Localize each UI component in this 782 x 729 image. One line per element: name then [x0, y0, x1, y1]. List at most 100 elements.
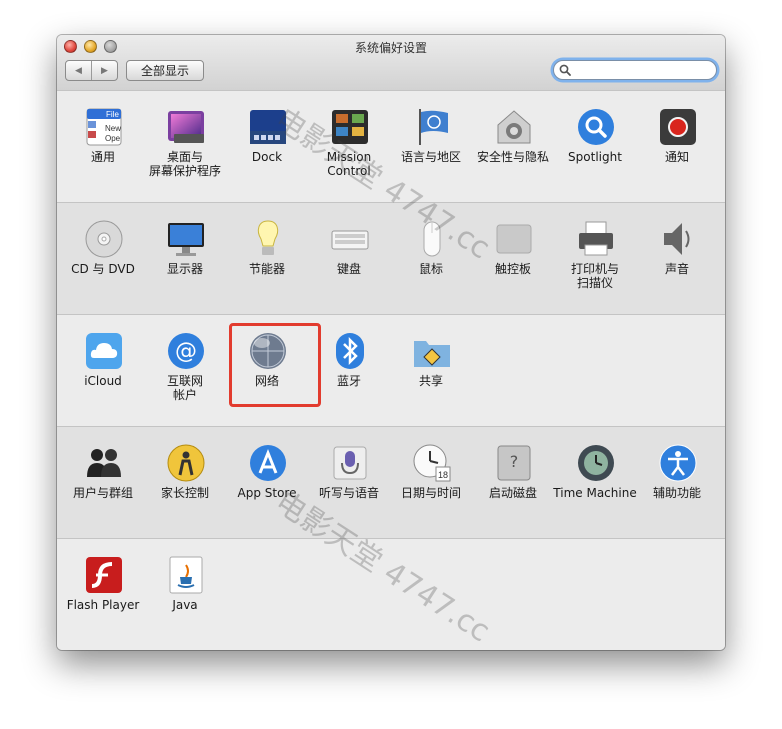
pane-dictation-speech[interactable]: 听写与语音	[308, 427, 390, 527]
pane-label: 桌面与 屏幕保护程序	[148, 150, 221, 178]
svg-text:@: @	[175, 339, 197, 364]
pane-label: 用户与群组	[72, 486, 133, 500]
pane-label: 互联网 帐户	[166, 374, 203, 402]
search-icon	[559, 64, 571, 76]
pane-sound[interactable]: 声音	[636, 203, 718, 303]
icloud-icon	[84, 331, 124, 371]
pane-label: 日期与时间	[400, 486, 461, 500]
pane-spotlight[interactable]: Spotlight	[554, 91, 636, 191]
dock-icon	[248, 107, 288, 147]
general-icon-open-text: Ope	[105, 134, 121, 143]
general-icon-file-text: File	[106, 110, 119, 119]
parental-controls-icon	[166, 443, 206, 483]
pane-accessibility[interactable]: 辅助功能	[636, 427, 718, 527]
svg-text:?: ?	[510, 452, 519, 471]
date-time-icon: 18	[412, 443, 452, 483]
pane-energy-saver[interactable]: 节能器	[226, 203, 308, 303]
show-all-button[interactable]: 全部显示	[126, 60, 204, 81]
desktop-screensaver-icon	[166, 107, 206, 147]
printers-scanners-icon	[576, 219, 616, 259]
pane-label: 通用	[90, 150, 115, 164]
pane-displays[interactable]: 显示器	[144, 203, 226, 303]
sound-icon	[658, 219, 698, 259]
calendar-day-text: 18	[438, 470, 448, 480]
pane-desktop-screensaver[interactable]: 桌面与 屏幕保护程序	[144, 91, 226, 191]
energy-saver-icon	[248, 219, 288, 259]
pane-label: Time Machine	[553, 486, 637, 500]
pane-label: 通知	[664, 150, 689, 164]
search-field[interactable]	[553, 60, 717, 80]
pane-label: 辅助功能	[652, 486, 701, 500]
pane-label: Flash Player	[66, 598, 140, 612]
pane-startup-disk[interactable]: ? 启动磁盘	[472, 427, 554, 527]
system-preferences-window: 系统偏好设置 ◀ ▶ 全部显示 File New Ope 通用 桌面与 屏幕保护程序 Do…	[57, 35, 725, 650]
displays-icon	[166, 219, 206, 259]
pane-sharing[interactable]: 共享	[390, 315, 472, 415]
pane-label: 安全性与隐私	[476, 150, 549, 164]
pane-label: Spotlight	[568, 150, 622, 164]
pane-parental-controls[interactable]: 家长控制	[144, 427, 226, 527]
pane-internet-accounts[interactable]: @ 互联网 帐户	[144, 315, 226, 415]
forward-button[interactable]: ▶	[92, 61, 117, 80]
pane-app-store[interactable]: App Store	[226, 427, 308, 527]
pane-label: 触控板	[494, 262, 531, 276]
window-title: 系统偏好设置	[354, 41, 427, 55]
dictation-speech-icon	[330, 443, 370, 483]
back-arrow-icon: ◀	[75, 65, 82, 76]
bluetooth-icon	[330, 331, 370, 371]
keyboard-icon	[330, 219, 370, 259]
java-icon	[166, 555, 206, 595]
security-privacy-icon	[494, 107, 534, 147]
language-region-icon	[412, 107, 452, 147]
pane-label: App Store	[237, 486, 297, 500]
pane-general[interactable]: File New Ope 通用	[62, 91, 144, 191]
pane-label: iCloud	[84, 374, 122, 388]
pane-label: 听写与语音	[318, 486, 379, 500]
pane-notifications[interactable]: 通知	[636, 91, 718, 191]
pane-flash-player[interactable]: Flash Player	[62, 539, 144, 639]
general-icon: File New Ope	[84, 107, 124, 147]
preferences-row-system: 用户与群组 家长控制 App Store 听写与语音 18 日期与时间? 启动磁盘 Time …	[57, 426, 725, 539]
notifications-icon	[658, 107, 698, 147]
pane-java[interactable]: Java	[144, 539, 226, 639]
pane-label: Java	[172, 598, 198, 612]
pane-date-time[interactable]: 18 日期与时间	[390, 427, 472, 527]
pane-time-machine[interactable]: Time Machine	[553, 427, 637, 527]
pane-keyboard[interactable]: 键盘	[308, 203, 390, 303]
pane-label: 启动磁盘	[488, 486, 537, 500]
time-machine-icon	[576, 443, 616, 483]
trackpad-icon	[494, 219, 534, 259]
pane-mouse[interactable]: 鼠标	[390, 203, 472, 303]
preferences-row-other: Flash Player Java	[57, 538, 725, 650]
cd-dvd-icon	[84, 219, 124, 259]
pane-label: 共享	[418, 374, 443, 388]
pane-label: 声音	[664, 262, 689, 276]
internet-accounts-icon: @	[166, 331, 206, 371]
pane-users-groups[interactable]: 用户与群组	[62, 427, 144, 527]
pane-printers-scanners[interactable]: 打印机与 扫描仪	[554, 203, 636, 303]
app-store-icon	[248, 443, 288, 483]
pane-label: 家长控制	[160, 486, 209, 500]
preferences-row-personal: File New Ope 通用 桌面与 屏幕保护程序 Dock Mission Contro…	[57, 90, 725, 203]
pane-label: 节能器	[248, 262, 285, 276]
pane-icloud[interactable]: iCloud	[62, 315, 144, 415]
pane-label: 显示器	[166, 262, 203, 276]
mission-control-icon	[330, 107, 370, 147]
sharing-icon	[412, 331, 452, 371]
pane-label: Dock	[251, 150, 283, 164]
pane-security-privacy[interactable]: 安全性与隐私	[472, 91, 554, 191]
flash-player-icon	[84, 555, 124, 595]
spotlight-icon	[576, 107, 616, 147]
startup-disk-icon: ?	[494, 443, 534, 483]
pane-cd-dvd[interactable]: CD 与 DVD	[62, 203, 144, 303]
accessibility-icon	[658, 443, 698, 483]
users-groups-icon	[84, 443, 124, 483]
back-button[interactable]: ◀	[66, 61, 92, 80]
pane-dock[interactable]: Dock	[226, 91, 308, 191]
forward-arrow-icon: ▶	[101, 65, 108, 76]
pane-trackpad[interactable]: 触控板	[472, 203, 554, 303]
pane-mission-control[interactable]: Mission Control	[308, 91, 390, 191]
toolbar: 系统偏好设置 ◀ ▶ 全部显示	[57, 35, 725, 91]
pane-language-region[interactable]: 语言与地区	[390, 91, 472, 191]
pane-label: CD 与 DVD	[71, 262, 135, 276]
